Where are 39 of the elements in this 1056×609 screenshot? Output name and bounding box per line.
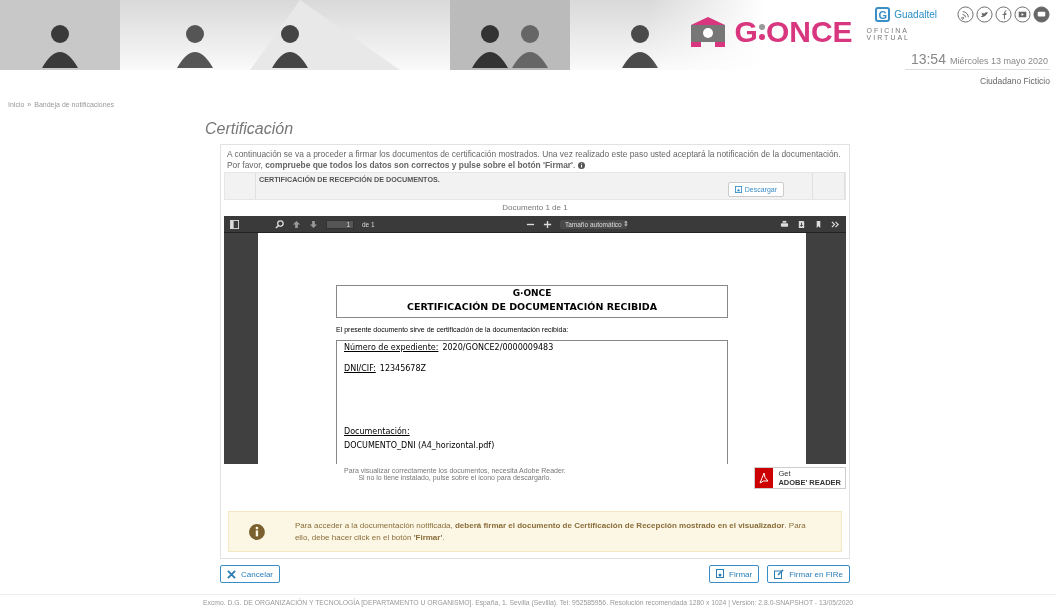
print-icon[interactable] <box>780 219 789 229</box>
play-icon[interactable] <box>1014 6 1031 23</box>
page-title: Certificación <box>205 120 295 138</box>
edit-icon <box>774 569 785 579</box>
clock-date: Miércoles 13 mayo 2020 <box>949 56 1048 66</box>
sign-button[interactable]: Firmar <box>709 565 760 583</box>
zoom-in-icon[interactable] <box>542 219 552 229</box>
sidebar-toggle-icon[interactable] <box>230 219 239 229</box>
intro-text: A continuación se va a proceder a firmar los documentos de certificación mostrados. Una vez realizado este paso usted aceptará la notificación de la documentación. <box>227 149 841 160</box>
info-icon <box>578 162 586 169</box>
field-label: Número de expediente: <box>344 343 439 352</box>
document-counter: Documento 1 de 1 <box>501 203 569 212</box>
intro-text: Por favor, compruebe que todos los datos son correctos y pulse sobre el botón 'Firmar'. <box>227 160 576 171</box>
sign-fire-button[interactable]: Firmar en FIRe <box>767 565 850 583</box>
close-icon <box>227 569 236 579</box>
document-heading: CERTIFICACIÓN DE DOCUMENTACIÓN RECIBIDA <box>406 301 657 312</box>
field-label: DNI/CIF: <box>344 364 376 373</box>
clock-time: 13:54 <box>910 51 946 67</box>
double-chevron-icon[interactable] <box>831 219 840 229</box>
letter-f-icon[interactable] <box>995 6 1012 23</box>
search-icon[interactable] <box>275 219 284 229</box>
cancel-button[interactable]: Cancelar <box>220 565 280 583</box>
alert-text: Para acceder a la documentación notificada, deberá firmar el documento de Certificación de Recepción mostrado en el visualizador. Para ello, debe hacer click en el botón 'Firmar'. <box>294 519 807 544</box>
rss-icon[interactable] <box>957 6 974 23</box>
document-section-title: Documentación: <box>344 427 411 436</box>
arrow-up-icon[interactable] <box>292 219 301 229</box>
download-icon[interactable] <box>797 219 806 229</box>
brand-logo: G ONCE <box>734 17 853 47</box>
partner-link[interactable]: G Guadaltel <box>875 7 937 22</box>
user-name: Ciudadano Ficticio <box>980 76 1050 86</box>
document-file-name: DOCUMENTO_DNI (A4_horizontal.pdf) <box>344 441 496 450</box>
field-value: 2020/GONCE2/0000009483 <box>442 343 554 352</box>
arrow-down-icon[interactable] <box>309 219 318 229</box>
picture-icon <box>734 186 742 193</box>
field-value: 12345678Z <box>379 364 427 373</box>
bookmark-icon[interactable] <box>814 219 823 229</box>
document-brand: G·ONCE <box>512 288 552 298</box>
bird-icon[interactable] <box>976 6 993 23</box>
info-icon <box>249 521 265 542</box>
